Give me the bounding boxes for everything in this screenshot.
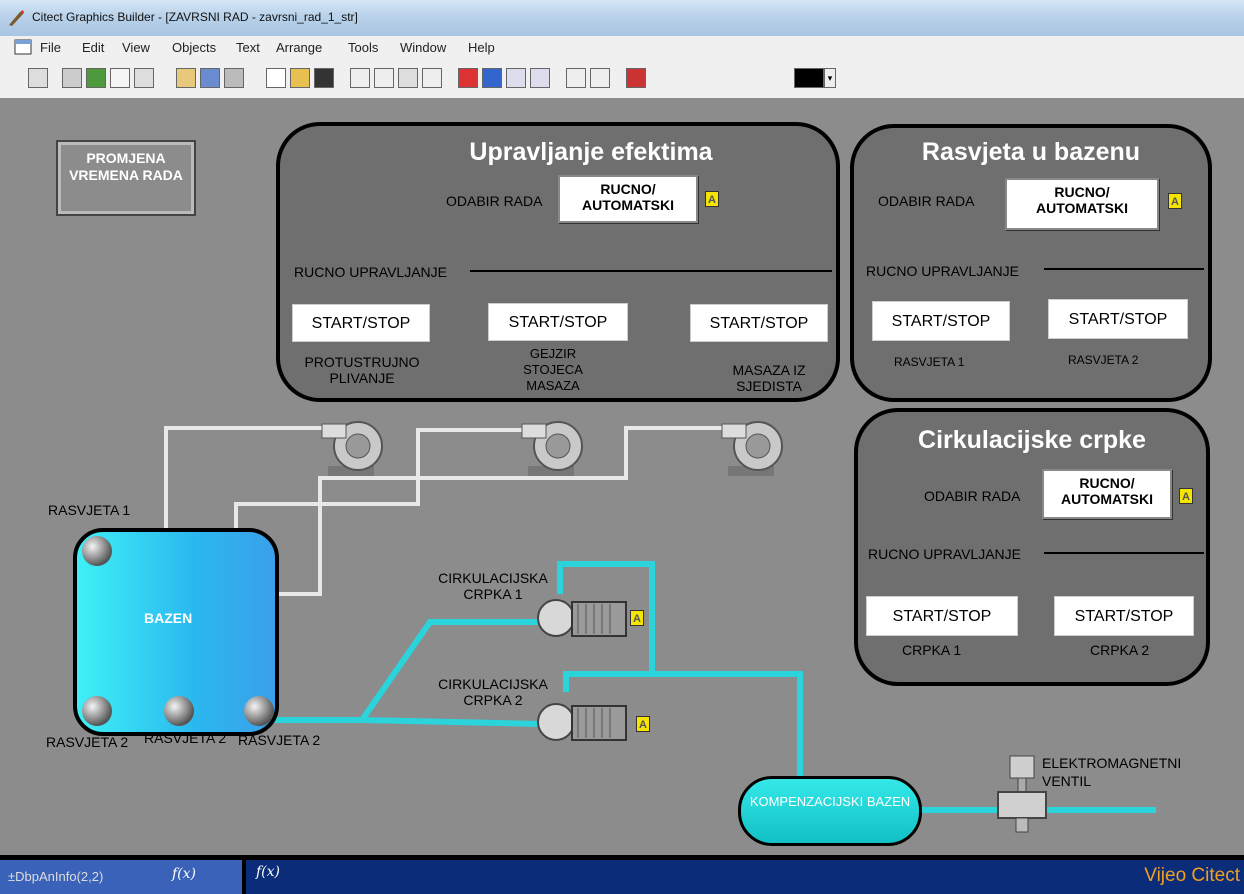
blower-protustrujno-icon[interactable] [318, 410, 388, 480]
cut-icon[interactable] [350, 68, 370, 88]
pool-light-2b-icon[interactable] [162, 694, 196, 728]
status-cell-right: Vijeo Citect [1116, 860, 1244, 894]
lighting-mode-label: ODABIR RADA [878, 193, 975, 209]
pool-light-1-icon[interactable] [80, 534, 114, 568]
lighting-mode-indicator: A [1168, 193, 1182, 209]
save-icon[interactable] [314, 68, 334, 88]
pumps-mode-button[interactable]: RUCNO/ AUTOMATSKI [1042, 469, 1172, 519]
solenoid-valve-icon[interactable] [996, 752, 1048, 834]
printer-icon[interactable] [134, 68, 154, 88]
start-stop-crpka1-button[interactable]: START/STOP [866, 596, 1018, 636]
lighting-title: Rasvjeta u bazenu [921, 138, 1141, 166]
rasvjeta2-label-c: RASVJETA 2 [238, 732, 321, 748]
start-stop-rasvjeta2-button[interactable]: START/STOP [1048, 299, 1188, 339]
calculator-icon[interactable] [28, 68, 48, 88]
masaza-label: MASAZA IZ SJEDISTA [732, 362, 806, 394]
start-stop-protustrujno-button[interactable]: START/STOP [292, 304, 430, 342]
ungroup-icon[interactable] [530, 68, 550, 88]
protustrujno-label: PROTUSTRUJNO PLIVANJE [304, 354, 420, 386]
status-cell-mid: f(x) [246, 860, 1116, 894]
app-icon [9, 10, 24, 26]
status-function: ±DbpAnInfo(2,2) [8, 869, 104, 884]
group-icon[interactable] [506, 68, 526, 88]
pumps-mode-indicator: A [1179, 488, 1193, 504]
start-stop-crpka2-button[interactable]: START/STOP [1054, 596, 1194, 636]
pump2-indicator: A [636, 716, 650, 732]
undo-icon[interactable] [422, 68, 442, 88]
book-icon[interactable] [626, 68, 646, 88]
properties-icon[interactable] [224, 68, 244, 88]
bring-front-icon[interactable] [458, 68, 478, 88]
pumps-title: Cirkulacijske crpke [918, 426, 1146, 454]
effects-divider [470, 270, 832, 272]
gejzir-label: GEJZIR STOJECA MASAZA [523, 346, 583, 393]
library-icon[interactable] [200, 68, 220, 88]
lighting-manual-label: RUCNO UPRAVLJANJE [866, 263, 1019, 279]
color-selector[interactable] [794, 68, 824, 88]
document-icon[interactable] [14, 39, 32, 55]
start-stop-gejzir-button[interactable]: START/STOP [488, 303, 628, 341]
crpka1-label: CRPKA 1 [902, 642, 962, 658]
pump2-icon[interactable] [534, 696, 630, 746]
pump1-indicator: A [630, 610, 644, 626]
pumps-manual-label: RUCNO UPRAVLJANJE [868, 546, 1021, 562]
menu-help[interactable]: Help [468, 40, 495, 55]
file-icon[interactable] [110, 68, 130, 88]
lighting-mode-button[interactable]: RUCNO/ AUTOMATSKI [1005, 178, 1159, 230]
fx-icon[interactable]: f(x) [172, 866, 196, 882]
import-icon[interactable] [176, 68, 196, 88]
tree-icon[interactable] [86, 68, 106, 88]
new-icon[interactable] [266, 68, 286, 88]
blower-gejzir-icon[interactable] [518, 410, 588, 480]
pump1-icon[interactable] [534, 594, 630, 642]
valve-label: ELEKTROMAGNETNI VENTIL [1042, 755, 1182, 789]
paste-icon[interactable] [398, 68, 418, 88]
menu-file[interactable]: File [40, 40, 61, 55]
rasvjeta2-label-a: RASVJETA 2 [46, 734, 129, 750]
menu-text[interactable]: Text [236, 40, 260, 55]
effects-manual-label: RUCNO UPRAVLJANJE [294, 264, 447, 280]
pool-label: BAZEN [144, 610, 193, 626]
pumps-divider [1044, 552, 1204, 554]
toolbar: ▾ [0, 60, 1244, 99]
effects-mode-button[interactable]: RUCNO/ AUTOMATSKI [558, 175, 698, 223]
fx-icon-2[interactable]: f(x) [256, 864, 280, 880]
change-time-button[interactable]: PROMJENA VREMENA RADA [56, 140, 196, 216]
window-title: Citect Graphics Builder - [ZAVRSNI RAD -… [32, 10, 358, 24]
crpka2-label: CRPKA 2 [1090, 642, 1150, 658]
menu-tools[interactable]: Tools [348, 40, 378, 55]
distribute-icon[interactable] [590, 68, 610, 88]
menu-edit[interactable]: Edit [82, 40, 104, 55]
pool-light-2a-icon[interactable] [80, 694, 114, 728]
start-stop-masaza-button[interactable]: START/STOP [690, 304, 828, 342]
pool-light-2c-icon[interactable] [242, 694, 276, 728]
start-stop-rasvjeta1-button[interactable]: START/STOP [872, 301, 1010, 341]
effects-mode-label: ODABIR RADA [446, 193, 543, 209]
brand-label: Vijeo Citect [1144, 865, 1240, 886]
blower-masaza-icon[interactable] [718, 410, 788, 480]
rasvjeta2-label-b: RASVJETA 2 [144, 730, 227, 746]
rasvjeta1-label: RASVJETA 1 [894, 355, 965, 369]
rasvjeta1-pool-label: RASVJETA 1 [48, 502, 131, 518]
align-icon[interactable] [566, 68, 586, 88]
effects-mode-indicator: A [705, 191, 719, 207]
effects-title: Upravljanje efektima [469, 138, 713, 166]
menu-arrange[interactable]: Arrange [276, 40, 322, 55]
page-icon[interactable] [62, 68, 82, 88]
status-cell-left: ±DbpAnInfo(2,2) f(x) [0, 860, 242, 894]
copy-icon[interactable] [374, 68, 394, 88]
menu-objects[interactable]: Objects [172, 40, 216, 55]
lighting-divider [1044, 268, 1204, 270]
rasvjeta2-label: RASVJETA 2 [1068, 353, 1139, 367]
compensation-tank: KOMPENZACIJSKI BAZEN [738, 776, 922, 846]
menu-bar: File Edit View Objects Text Arrange Tool… [0, 36, 1244, 60]
send-back-icon[interactable] [482, 68, 502, 88]
pumps-mode-label: ODABIR RADA [924, 488, 1021, 504]
menu-view[interactable]: View [122, 40, 150, 55]
menu-window[interactable]: Window [400, 40, 446, 55]
chevron-down-icon[interactable]: ▾ [824, 68, 836, 88]
open-icon[interactable] [290, 68, 310, 88]
